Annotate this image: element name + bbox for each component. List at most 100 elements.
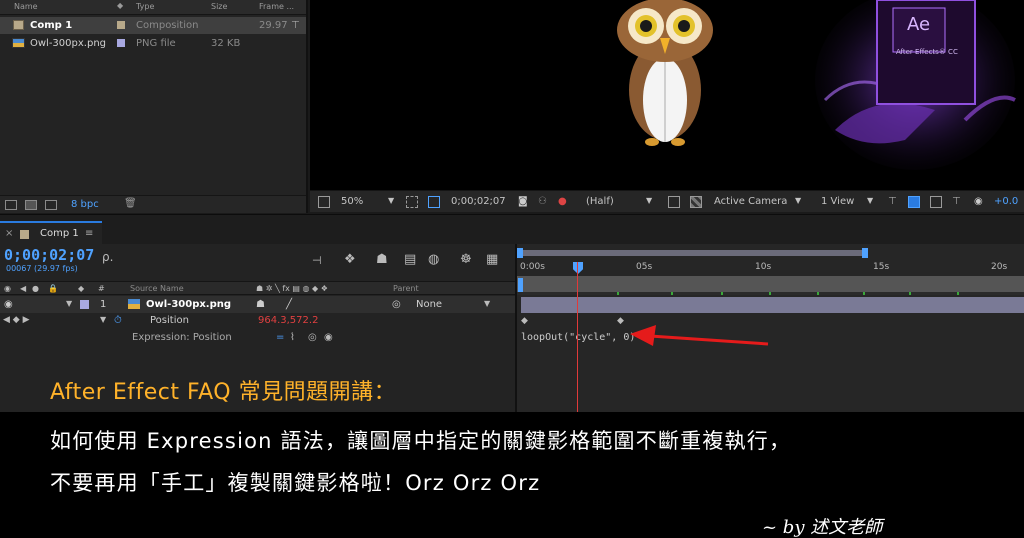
project-column-headers: Name ◆ Type Size Frame ... [0, 0, 306, 15]
col-name[interactable]: Name [14, 2, 38, 11]
grid-guides-icon[interactable] [406, 196, 418, 208]
ruler-label: 10s [755, 262, 772, 272]
image-file-icon [128, 299, 140, 309]
shy-layers-icon[interactable]: ☗ [376, 252, 388, 267]
comp-mini-flowchart-icon[interactable]: ⊣ [312, 254, 322, 267]
time-nav-start[interactable] [518, 278, 523, 292]
flowchart-icon[interactable]: ⊤ [952, 196, 961, 207]
owl-image [617, 0, 713, 146]
work-area-bar[interactable] [520, 250, 866, 256]
current-time-display[interactable]: 0;00;02;07 [4, 246, 94, 264]
motion-blur-icon[interactable]: ◍ [428, 252, 439, 267]
resolution-dropdown[interactable]: (Half) [586, 196, 614, 207]
label-color-chip[interactable] [117, 21, 125, 29]
expression-row[interactable]: Expression: Position = ⌇ ◎ ◉ [0, 330, 515, 347]
layer-duration-bar[interactable] [521, 297, 1024, 313]
audio-icon[interactable]: ◀ [20, 284, 26, 293]
expression-code[interactable]: loopOut("cycle", 0) [521, 332, 635, 343]
col-source-name[interactable]: Source Name [130, 284, 184, 293]
viewer-timecode[interactable]: 0;00;02;07 [451, 196, 506, 207]
expression-pickwhip-icon[interactable]: ◎ [308, 332, 317, 343]
col-type[interactable]: Type [136, 2, 154, 11]
timeline-search-input[interactable]: ρ. [102, 250, 113, 264]
layer-name[interactable]: Owl-300px.png [146, 299, 231, 310]
layer-number-icon[interactable]: # [98, 284, 105, 293]
playhead-line[interactable] [577, 262, 578, 412]
expression-label: Expression: Position [132, 332, 232, 343]
show-snapshot-icon[interactable]: ⚇ [538, 196, 547, 207]
label-tag-icon[interactable]: ◆ [78, 284, 84, 293]
parent-dropdown[interactable]: None [416, 299, 442, 310]
viewer-toolbar: 50% ▼ 0;00;02;07 ◙ ⚇ ● (Half) ▼ Active C… [310, 190, 1024, 212]
ae-product-name: After Effects® CC [896, 48, 958, 56]
timeline-tab-bar: × Comp 1 ≡ [0, 214, 1024, 245]
toggle-mask-icon[interactable] [908, 196, 920, 208]
label-tag-icon[interactable]: ◆ [117, 1, 123, 10]
chevron-down-icon[interactable]: ▼ [388, 196, 394, 205]
tab-comp-1[interactable]: × Comp 1 ≡ [0, 221, 102, 245]
expression-graph-icon[interactable]: ⌇ [290, 332, 295, 343]
pixel-aspect-icon[interactable]: ⊤ [888, 196, 897, 207]
layer-row[interactable]: ◉ ▼ 1 Owl-300px.png ☗ ╱ ◎ None ▼ [0, 296, 515, 313]
composition-viewer[interactable]: Ae After Effects® CC [310, 0, 1024, 190]
keyframe-navigator-icon[interactable]: ◀ ◆ ▶ [3, 315, 30, 325]
color-channels-icon[interactable]: ● [558, 196, 567, 207]
always-preview-icon[interactable] [318, 196, 330, 208]
expand-triangle-icon[interactable]: ▼ [66, 299, 72, 308]
project-item-png[interactable]: Owl-300px.png PNG file 32 KB [0, 35, 306, 52]
draft-3d-icon[interactable]: ❖ [344, 252, 356, 267]
position-property-row[interactable]: ◀ ◆ ▶ ▼ ⏱ Position 964.3,572.2 [0, 313, 515, 330]
pick-whip-icon[interactable]: ◎ [392, 299, 401, 310]
chevron-down-icon[interactable]: ▼ [646, 196, 652, 205]
region-of-interest-icon[interactable] [428, 196, 440, 208]
stopwatch-icon[interactable]: ⏱ [114, 315, 122, 326]
caption-line-1: 如何使用 Expression 語法，讓圖層中指定的關鍵影格範圍不斷重複執行， [50, 429, 792, 453]
panel-menu-icon[interactable]: ≡ [85, 228, 93, 239]
chevron-down-icon[interactable]: ▼ [484, 299, 490, 308]
expression-language-menu-icon[interactable]: ◉ [324, 332, 333, 343]
new-composition-icon[interactable] [45, 200, 57, 210]
visibility-eye-icon[interactable]: ◉ [4, 299, 13, 310]
close-icon[interactable]: × [5, 228, 13, 239]
zoom-dropdown[interactable]: 50% [341, 196, 363, 207]
camera-dropdown[interactable]: Active Camera [714, 196, 787, 207]
reset-exposure-icon[interactable]: ◉ [974, 196, 983, 207]
frame-blending-icon[interactable]: ▤ [404, 252, 416, 267]
label-color-chip[interactable] [117, 39, 125, 47]
chevron-down-icon[interactable]: ▼ [795, 196, 801, 205]
chevron-down-icon[interactable]: ▼ [867, 196, 873, 205]
work-area-start-handle[interactable] [517, 248, 523, 258]
3d-view-icon[interactable] [930, 196, 942, 208]
keyframe-diamond[interactable]: ◆ [521, 316, 528, 326]
views-dropdown[interactable]: 1 View [821, 196, 854, 207]
brainstorm-icon[interactable]: ☸ [460, 252, 472, 267]
exposure-value[interactable]: +0.0 [994, 196, 1018, 207]
eye-icon[interactable]: ◉ [4, 284, 11, 293]
quality-switch-icon[interactable]: ╱ [286, 299, 292, 310]
interpret-footage-icon[interactable] [5, 200, 17, 210]
composition-icon [13, 20, 24, 30]
snapshot-icon[interactable]: ◙ [518, 196, 528, 207]
label-color-chip[interactable] [80, 300, 89, 309]
flowchart-icon[interactable]: ⊤ [291, 20, 300, 31]
solo-icon[interactable]: ● [32, 284, 39, 293]
col-size[interactable]: Size [211, 2, 227, 11]
col-frame-rate[interactable]: Frame ... [259, 2, 294, 11]
fast-previews-icon[interactable] [668, 196, 680, 208]
shy-switch-icon[interactable]: ☗ [256, 299, 265, 310]
bit-depth-label[interactable]: 8 bpc [71, 199, 99, 210]
lock-icon[interactable]: 🔒 [48, 284, 58, 293]
project-item-comp[interactable]: Comp 1 Composition 29.97 ⊤ [0, 17, 306, 34]
trash-icon[interactable]: 🗑 [124, 198, 137, 209]
position-value[interactable]: 964.3,572.2 [258, 315, 318, 326]
new-folder-icon[interactable] [25, 200, 37, 210]
composition-icon [20, 230, 29, 239]
work-area-end-handle[interactable] [862, 248, 868, 258]
graph-editor-icon[interactable]: ▦ [486, 252, 498, 267]
ae-logo-text: Ae [907, 14, 931, 35]
col-parent[interactable]: Parent [393, 284, 419, 293]
transparency-grid-icon[interactable] [690, 196, 702, 208]
expression-enable-icon[interactable]: = [276, 332, 284, 343]
switches-icons[interactable]: ☗ ✲ ╲ fx ▤ ◍ ◆ ❖ [256, 284, 328, 293]
expand-triangle-icon[interactable]: ▼ [100, 315, 106, 324]
